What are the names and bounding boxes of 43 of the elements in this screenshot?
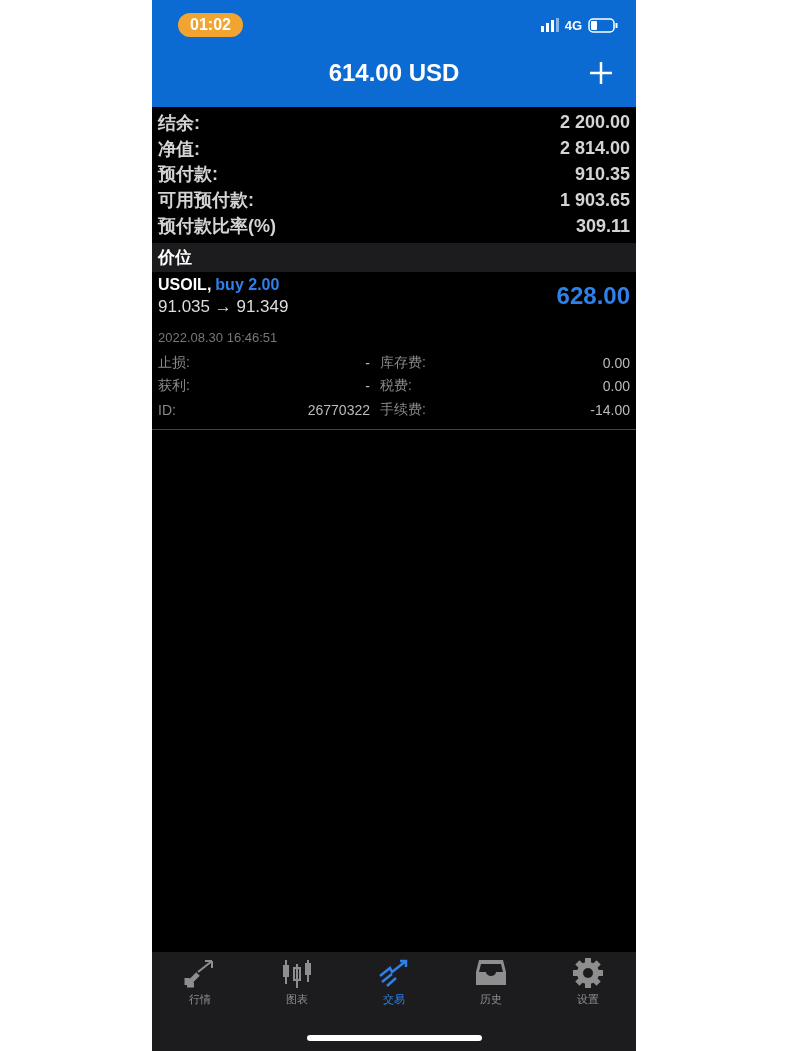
tab-button[interactable]: 图表: [248, 958, 346, 1007]
tab-button[interactable]: 历史: [442, 958, 540, 1007]
summary-value: 309.11: [575, 215, 630, 237]
summary-label: 净值:: [158, 137, 200, 161]
network-label: 4G: [564, 17, 582, 33]
summary-label: 结余:: [158, 111, 200, 135]
summary-label: 预付款:: [158, 163, 218, 187]
detail-label: 手续费:: [380, 400, 427, 419]
detail-value: 0.00: [602, 378, 630, 395]
clock-time: 01:02: [178, 13, 243, 37]
position-side: buy 2.00: [215, 276, 280, 294]
detail-value: 0.00: [602, 354, 630, 371]
detail-label: 库存费:: [380, 353, 427, 372]
summary-label: 预付款比率(%): [158, 215, 276, 239]
detail-label: 税费:: [380, 377, 413, 396]
detail-label: ID:: [158, 401, 177, 418]
position-prices: 91.035 → 91.349: [158, 297, 289, 317]
summary-value: 2 814.00: [559, 138, 630, 160]
tab-button[interactable]: 设置: [539, 958, 636, 1007]
detail-value: -: [365, 354, 370, 371]
detail-label: 止损:: [158, 353, 191, 372]
add-icon[interactable]: [590, 61, 612, 84]
trend-icon: [378, 958, 410, 988]
inbox-icon: [474, 958, 507, 988]
position-profit: 628.00: [556, 282, 630, 311]
summary-value: 2 200.00: [559, 112, 630, 134]
position-time: 2022.08.30 16:46:51: [158, 330, 279, 345]
balance-title: 614.00 USD: [328, 58, 460, 87]
section-title: 价位: [158, 247, 192, 269]
settings-icon: [571, 958, 604, 988]
summary-value: 1 903.65: [559, 189, 630, 211]
signal-icon: [540, 18, 559, 32]
candlestick-icon: [281, 958, 314, 988]
tab-button[interactable]: 行情: [152, 958, 249, 1007]
detail-value: -: [365, 378, 370, 395]
summary-value: 910.35: [574, 164, 630, 185]
summary-label: 可用预付款:: [158, 189, 254, 213]
battery-icon: [588, 17, 618, 33]
tab-button[interactable]: 交易: [345, 958, 443, 1007]
detail-label: 获利:: [158, 377, 191, 396]
position-symbol: USOIL,: [158, 276, 212, 294]
detail-value: -14.00: [590, 401, 630, 418]
detail-value: 26770322: [307, 401, 370, 418]
